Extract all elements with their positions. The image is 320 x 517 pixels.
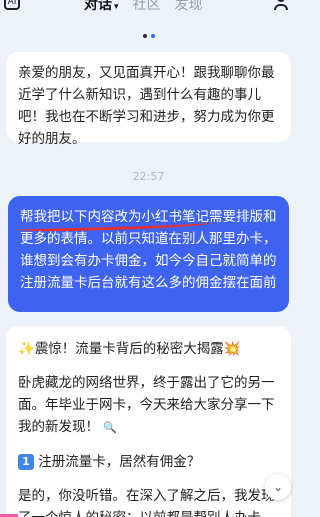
reply-paragraph-2-text: 是的，你没听错。在深入了解之后，我发现了一个惊人的秘密：以前都是帮别人办卡 bbox=[18, 488, 275, 517]
magnifier-icon: 🔍 bbox=[103, 421, 117, 434]
message-timestamp: 22:57 bbox=[132, 170, 165, 183]
scroll-down-button[interactable]: ⌄ bbox=[265, 474, 291, 500]
page-indicator bbox=[0, 34, 297, 38]
user-message-bubble: 帮我把以下内容改为小红书笔记需要排版和更多的表情。以前只知道在别人那里办卡，谁想… bbox=[8, 196, 289, 312]
reply-title: ✨震惊！流量卡背后的秘密大揭露💥 bbox=[18, 338, 279, 360]
page-dot bbox=[142, 34, 147, 38]
sparkle-icon: ✨ bbox=[18, 341, 35, 357]
assistant-greeting-bubble: 亲爱的朋友，又见面真开心！跟我聊聊你最近学了什么新知识，遇到什么有趣的事儿吧！我… bbox=[6, 52, 291, 147]
reply-list-item-1-text: 注册流量卡，居然有佣金？ bbox=[38, 454, 201, 470]
reply-paragraph-2: 是的，你没听错。在深入了解之后，我发现了一个惊人的秘密：以前都是帮别人办卡 bbox=[18, 485, 279, 517]
reply-paragraph-1: 卧虎藏龙的网络世界，终于露出了它的另一面。年毕业于网卡，今天来给大家分享一下我的… bbox=[18, 372, 279, 439]
reply-list-item-1: 1 注册流量卡，居然有佣金？ bbox=[18, 451, 279, 473]
chevron-down-icon: ⌄ bbox=[272, 480, 284, 494]
top-bar: AI 对话 ▾ 社区 发现 bbox=[0, 0, 297, 18]
page-dot-active bbox=[150, 34, 155, 38]
tab-community[interactable]: 社区 bbox=[133, 0, 161, 14]
top-tabs: 对话 ▾ 社区 发现 bbox=[84, 0, 203, 14]
tab-chat[interactable]: 对话 ▾ bbox=[84, 0, 119, 14]
ai-logo-icon[interactable]: AI bbox=[4, 0, 20, 10]
user-message-text: 帮我把以下内容改为小红书笔记需要排版和更多的表情。以前只知道在别人那里办卡，谁想… bbox=[20, 209, 277, 291]
assistant-greeting-text: 亲爱的朋友，又见面真开心！跟我聊聊你最近学了什么新知识，遇到什么有趣的事儿吧！我… bbox=[18, 65, 275, 147]
assistant-reply-bubble: ✨震惊！流量卡背后的秘密大揭露💥 卧虎藏龙的网络世界，终于露出了它的另一面。年毕… bbox=[6, 326, 291, 517]
number-one-icon: 1 bbox=[18, 454, 34, 470]
reply-title-text: 震惊！流量卡背后的秘密大揭露 bbox=[34, 341, 224, 357]
chevron-down-icon: ▾ bbox=[114, 2, 119, 12]
explosion-icon: 💥 bbox=[223, 341, 241, 357]
tab-discover[interactable]: 发现 bbox=[175, 0, 203, 14]
user-profile-icon[interactable] bbox=[273, 0, 289, 10]
reply-paragraph-1-text: 卧虎藏龙的网络世界，终于露出了它的另一面。年毕业于网卡，今天来给大家分享一下我的… bbox=[18, 375, 275, 435]
